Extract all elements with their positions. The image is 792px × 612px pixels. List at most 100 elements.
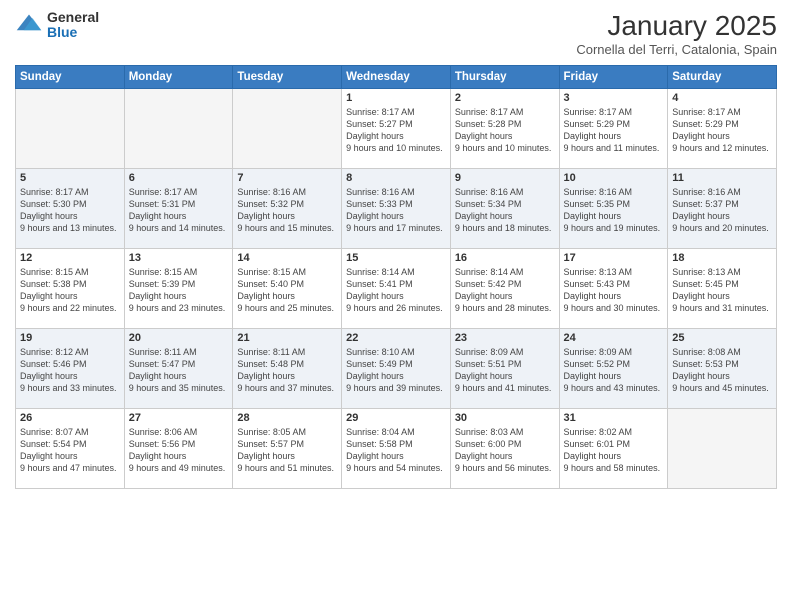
day-number: 22 [346,332,446,344]
header: General Blue January 2025 Cornella del T… [15,10,777,57]
calendar-day-cell: 22 Sunrise: 8:10 AMSunset: 5:49 PMDayligh… [342,329,451,409]
day-info: Sunrise: 8:11 AMSunset: 5:47 PMDaylight … [129,346,229,395]
calendar-day-cell: 23Sunrise: 8:09 AMSunset: 5:51 PMDayligh… [450,329,559,409]
day-info: Sunrise: 8:11 AMSunset: 5:48 PMDaylight … [237,346,337,395]
day-info: Sunrise: 8:15 AMSunset: 5:39 PMDaylight … [129,266,229,315]
header-monday: Monday [124,66,233,89]
calendar-week-row: 26 Sunrise: 8:07 AMSunset: 5:54 PMDayligh… [16,409,777,489]
calendar-day-cell: 20Sunrise: 8:11 AMSunset: 5:47 PMDayligh… [124,329,233,409]
day-number: 1 [346,92,446,104]
day-info: Sunrise: 8:16 AMSunset: 5:35 PMDaylight … [564,186,664,235]
weekday-header-row: Sunday Monday Tuesday Wednesday Thursday… [16,66,777,89]
day-number: 21 [237,332,337,344]
calendar-day-cell: 7 Sunrise: 8:16 AMSunset: 5:32 PMDaylight… [233,169,342,249]
calendar-week-row: 5Sunrise: 8:17 AMSunset: 5:30 PMDaylight… [16,169,777,249]
calendar-day-cell [668,409,777,489]
calendar-day-cell: 24Sunrise: 8:09 AMSunset: 5:52 PMDayligh… [559,329,668,409]
day-info: Sunrise: 8:10 AMSunset: 5:49 PMDaylight … [346,346,446,395]
calendar-day-cell: 13Sunrise: 8:15 AMSunset: 5:39 PMDayligh… [124,249,233,329]
day-number: 11 [672,172,772,184]
calendar-day-cell: 14Sunrise: 8:15 AMSunset: 5:40 PMDayligh… [233,249,342,329]
day-info: Sunrise: 8:03 AMSunset: 6:00 PMDaylight … [455,426,555,475]
calendar-day-cell: 11 Sunrise: 8:16 AMSunset: 5:37 PMDayligh… [668,169,777,249]
day-number: 9 [455,172,555,184]
day-info: Sunrise: 8:02 AMSunset: 6:01 PMDaylight … [564,426,664,475]
calendar-day-cell: 17 Sunrise: 8:13 AMSunset: 5:43 PMDayligh… [559,249,668,329]
day-info: Sunrise: 8:05 AMSunset: 5:57 PMDaylight … [237,426,337,475]
calendar-day-cell: 27 Sunrise: 8:06 AMSunset: 5:56 PMDayligh… [124,409,233,489]
header-saturday: Saturday [668,66,777,89]
logo-general: General [47,9,99,25]
day-info: Sunrise: 8:06 AMSunset: 5:56 PMDaylight … [129,426,229,475]
logo-icon [15,11,43,39]
day-number: 26 [20,412,120,424]
day-info: Sunrise: 8:13 AMSunset: 5:45 PMDaylight … [672,266,772,315]
day-number: 12 [20,252,120,264]
day-number: 24 [564,332,664,344]
day-info: Sunrise: 8:17 AMSunset: 5:29 PMDaylight … [672,106,772,155]
calendar-day-cell: 18 Sunrise: 8:13 AMSunset: 5:45 PMDayligh… [668,249,777,329]
location: Cornella del Terri, Catalonia, Spain [576,42,777,57]
day-info: Sunrise: 8:16 AMSunset: 5:33 PMDaylight … [346,186,446,235]
day-number: 30 [455,412,555,424]
day-number: 3 [564,92,664,104]
calendar-day-cell: 15 Sunrise: 8:14 AMSunset: 5:41 PMDayligh… [342,249,451,329]
day-info: Sunrise: 8:14 AMSunset: 5:41 PMDaylight … [346,266,446,315]
calendar-day-cell: 1Sunrise: 8:17 AMSunset: 5:27 PMDaylight… [342,89,451,169]
day-number: 31 [564,412,664,424]
calendar-day-cell: 6Sunrise: 8:17 AMSunset: 5:31 PMDaylight… [124,169,233,249]
day-number: 7 [237,172,337,184]
day-info: Sunrise: 8:15 AMSunset: 5:38 PMDaylight … [20,266,120,315]
day-info: Sunrise: 8:17 AMSunset: 5:29 PMDaylight … [564,106,664,155]
calendar-week-row: 19 Sunrise: 8:12 AMSunset: 5:46 PMDayligh… [16,329,777,409]
calendar-day-cell: 12 Sunrise: 8:15 AMSunset: 5:38 PMDayligh… [16,249,125,329]
calendar-day-cell: 31 Sunrise: 8:02 AMSunset: 6:01 PMDayligh… [559,409,668,489]
day-number: 23 [455,332,555,344]
day-number: 25 [672,332,772,344]
day-info: Sunrise: 8:07 AMSunset: 5:54 PMDaylight … [20,426,120,475]
title-block: January 2025 Cornella del Terri, Catalon… [576,10,777,57]
calendar-day-cell: 5Sunrise: 8:17 AMSunset: 5:30 PMDaylight… [16,169,125,249]
day-info: Sunrise: 8:17 AMSunset: 5:31 PMDaylight … [129,186,229,235]
calendar-day-cell: 30 Sunrise: 8:03 AMSunset: 6:00 PMDayligh… [450,409,559,489]
day-number: 15 [346,252,446,264]
calendar-day-cell: 29Sunrise: 8:04 AMSunset: 5:58 PMDayligh… [342,409,451,489]
day-info: Sunrise: 8:08 AMSunset: 5:53 PMDaylight … [672,346,772,395]
day-info: Sunrise: 8:17 AMSunset: 5:28 PMDaylight … [455,106,555,155]
calendar-day-cell: 26 Sunrise: 8:07 AMSunset: 5:54 PMDayligh… [16,409,125,489]
day-number: 2 [455,92,555,104]
day-info: Sunrise: 8:16 AMSunset: 5:37 PMDaylight … [672,186,772,235]
calendar-day-cell: 28Sunrise: 8:05 AMSunset: 5:57 PMDayligh… [233,409,342,489]
day-info: Sunrise: 8:17 AMSunset: 5:30 PMDaylight … [20,186,120,235]
calendar-day-cell: 8Sunrise: 8:16 AMSunset: 5:33 PMDaylight… [342,169,451,249]
calendar-day-cell: 25 Sunrise: 8:08 AMSunset: 5:53 PMDayligh… [668,329,777,409]
calendar-day-cell: 3 Sunrise: 8:17 AMSunset: 5:29 PMDaylight… [559,89,668,169]
calendar-day-cell: 21 Sunrise: 8:11 AMSunset: 5:48 PMDayligh… [233,329,342,409]
day-info: Sunrise: 8:16 AMSunset: 5:34 PMDaylight … [455,186,555,235]
header-tuesday: Tuesday [233,66,342,89]
day-info: Sunrise: 8:13 AMSunset: 5:43 PMDaylight … [564,266,664,315]
header-thursday: Thursday [450,66,559,89]
month-title: January 2025 [576,10,777,42]
calendar-week-row: 12 Sunrise: 8:15 AMSunset: 5:38 PMDayligh… [16,249,777,329]
day-number: 19 [20,332,120,344]
day-info: Sunrise: 8:04 AMSunset: 5:58 PMDaylight … [346,426,446,475]
calendar-day-cell [233,89,342,169]
calendar-day-cell: 2 Sunrise: 8:17 AMSunset: 5:28 PMDaylight… [450,89,559,169]
calendar-day-cell: 10Sunrise: 8:16 AMSunset: 5:35 PMDayligh… [559,169,668,249]
calendar-day-cell: 9 Sunrise: 8:16 AMSunset: 5:34 PMDaylight… [450,169,559,249]
calendar-day-cell: 16Sunrise: 8:14 AMSunset: 5:42 PMDayligh… [450,249,559,329]
calendar-day-cell [124,89,233,169]
day-info: Sunrise: 8:12 AMSunset: 5:46 PMDaylight … [20,346,120,395]
calendar-week-row: 1Sunrise: 8:17 AMSunset: 5:27 PMDaylight… [16,89,777,169]
header-sunday: Sunday [16,66,125,89]
header-friday: Friday [559,66,668,89]
day-number: 18 [672,252,772,264]
calendar-day-cell [16,89,125,169]
logo: General Blue [15,10,99,41]
day-number: 4 [672,92,772,104]
day-number: 17 [564,252,664,264]
day-number: 27 [129,412,229,424]
day-number: 16 [455,252,555,264]
day-info: Sunrise: 8:16 AMSunset: 5:32 PMDaylight … [237,186,337,235]
